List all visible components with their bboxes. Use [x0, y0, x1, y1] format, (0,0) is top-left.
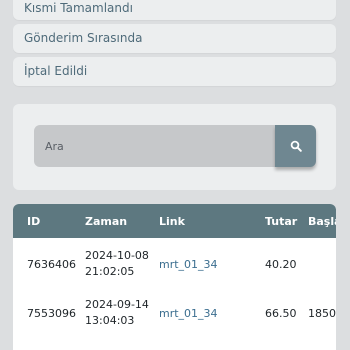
search-button[interactable]: [275, 125, 316, 167]
column-header-id: ID: [27, 215, 41, 228]
table-row: 7553096 2024-09-14 13:04:03 mrt_01_34 66…: [13, 289, 336, 338]
cell-id: 7636406: [27, 258, 76, 271]
cell-link[interactable]: mrt_01_34: [159, 258, 218, 271]
filter-label: İptal Edildi: [24, 64, 88, 78]
orders-table: ID Zaman Link Tutar Başlan 7636406 2024-…: [13, 204, 336, 350]
column-header-time: Zaman: [85, 215, 128, 228]
cell-date-line: 2024-10-08: [85, 249, 149, 262]
cell-amount: 40.20: [265, 258, 297, 271]
table-header: ID Zaman Link Tutar Başlan: [13, 204, 336, 238]
cell-link[interactable]: mrt_01_34: [159, 307, 218, 320]
filter-label: Gönderim Sırasında: [24, 31, 143, 45]
column-header-start: Başlan: [308, 215, 336, 228]
cell-time-line: 13:04:03: [85, 314, 135, 327]
table-row: 7636406 2024-10-08 21:02:05 mrt_01_34 40…: [13, 240, 336, 289]
search-icon: [290, 140, 302, 152]
search-input[interactable]: [34, 125, 278, 167]
column-header-amount: Tutar: [265, 215, 298, 228]
filter-in-progress[interactable]: Gönderim Sırasında: [13, 24, 336, 53]
search-panel: [13, 104, 336, 190]
cell-id: 7553096: [27, 307, 76, 320]
cell-date-line: 2024-09-14: [85, 298, 149, 311]
cell-amount: 66.50: [265, 307, 297, 320]
filter-label: Kısmi Tamamlandı: [24, 1, 133, 15]
filter-partially-completed[interactable]: Kısmi Tamamlandı: [13, 0, 336, 20]
column-header-link: Link: [159, 215, 185, 228]
cell-start: 1850: [308, 307, 336, 320]
cell-time-line: 21:02:05: [85, 265, 135, 278]
cell-time: 2024-10-08 21:02:05: [85, 248, 149, 280]
orders-page: Kısmi Tamamlandı Gönderim Sırasında İpta…: [0, 0, 350, 350]
filter-cancelled[interactable]: İptal Edildi: [13, 57, 336, 86]
cell-time: 2024-09-14 13:04:03: [85, 297, 149, 329]
